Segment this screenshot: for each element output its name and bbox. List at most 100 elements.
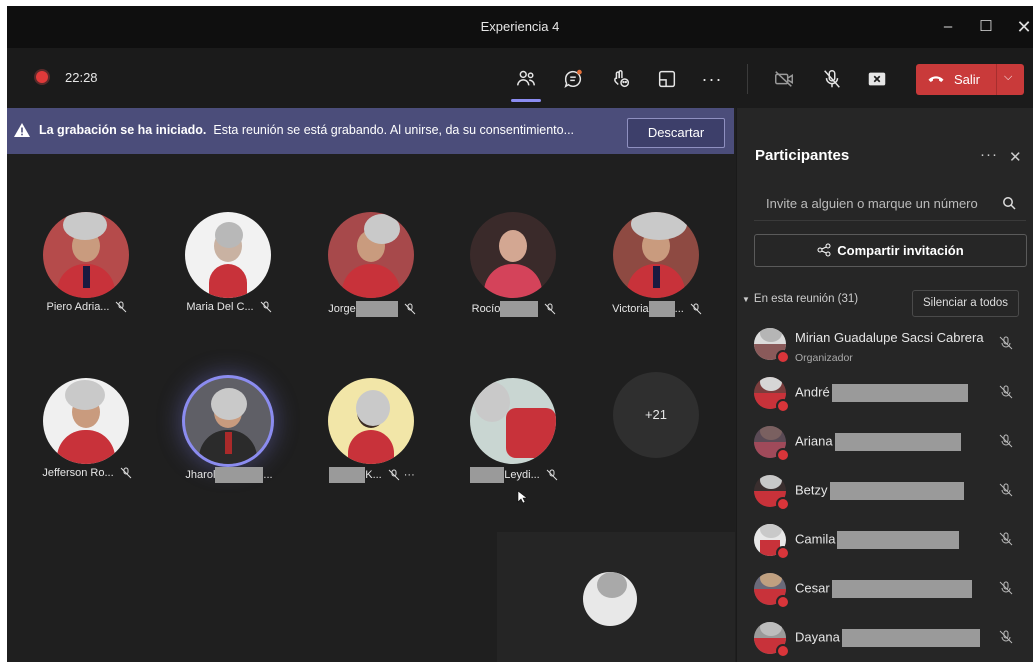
maximize-button[interactable]: ☐ [973, 14, 999, 40]
leave-label: Salir [954, 72, 981, 87]
more-icon[interactable]: ··· [404, 469, 415, 481]
more-options-icon[interactable]: ··· [698, 65, 726, 93]
stop-share-icon[interactable] [863, 65, 891, 93]
tile-name: Leydi... [454, 467, 574, 483]
camera-off-icon[interactable] [770, 65, 798, 93]
panel-close-icon[interactable]: ✕ [1009, 148, 1022, 166]
panel-more-icon[interactable]: ··· [980, 146, 998, 163]
search-icon[interactable] [1002, 196, 1016, 210]
avatar [470, 212, 556, 298]
mic-muted-icon [999, 336, 1013, 350]
window-title: Experiencia 4 [480, 19, 560, 34]
participants-icon[interactable] [512, 65, 540, 93]
avatar [185, 378, 271, 464]
tile-name: Maria Del C... [169, 301, 289, 313]
caret-down-icon: ▼ [742, 295, 750, 304]
mic-muted-icon [999, 385, 1013, 399]
recording-banner: La grabación se ha iniciado. Esta reunió… [7, 108, 734, 154]
mic-muted-icon [999, 581, 1013, 595]
participant-name: Cesar [795, 580, 972, 598]
more-participants-button[interactable]: +21 [613, 372, 699, 458]
tile-name: Piero Adria... [27, 301, 147, 313]
avatar [328, 378, 414, 464]
status-dot [776, 497, 790, 511]
mic-muted-icon [388, 469, 400, 481]
video-stage: Piero Adria... Maria Del C... Jorge Rocí… [7, 154, 735, 662]
participant-row[interactable]: Dayana [737, 616, 1033, 660]
participant-tile[interactable]: K... ··· [312, 372, 432, 502]
mic-muted-icon [116, 301, 127, 313]
status-dot [776, 546, 790, 560]
tile-name: K... ··· [312, 467, 432, 483]
mouse-cursor-icon [517, 490, 527, 504]
leave-divider [996, 64, 997, 95]
participant-tile[interactable]: Leydi... [454, 372, 574, 502]
participant-tile[interactable]: Rocío [454, 206, 574, 336]
reactions-icon[interactable] [607, 65, 635, 93]
participant-row[interactable]: Cesar [737, 567, 1033, 611]
participant-name: Betzy [795, 482, 964, 500]
participant-tile[interactable]: Piero Adria... [27, 206, 147, 336]
status-dot [776, 644, 790, 658]
section-header[interactable]: ▼ En esta reunión (31) [742, 293, 858, 305]
participant-row[interactable]: Mirian Guadalupe Sacsi Cabrera Organizad… [737, 322, 1033, 366]
chat-icon[interactable] [559, 65, 587, 93]
participant-row[interactable]: Ariana [737, 420, 1033, 464]
participant-tile-speaking[interactable]: Jharol... [169, 372, 289, 502]
avatar [328, 212, 414, 298]
participant-tile[interactable]: Maria Del C... [169, 206, 289, 336]
participant-tile[interactable]: Victoria... [597, 206, 717, 336]
share-label: Compartir invitación [837, 243, 964, 258]
self-view[interactable] [497, 532, 735, 662]
title-bar: Experiencia 4 – ☐ ✕ [7, 6, 1033, 48]
warning-icon [14, 123, 30, 137]
rooms-icon[interactable] [653, 65, 681, 93]
panel-title: Participantes [755, 147, 850, 164]
avatar [613, 212, 699, 298]
participant-name: Ariana [795, 433, 961, 451]
mic-muted-icon [404, 303, 416, 315]
invite-search-field[interactable]: Invite a alguien o marque un número [754, 188, 1026, 221]
participant-tile[interactable]: Jorge [312, 206, 432, 336]
participants-panel: Participantes ··· ✕ Invite a alguien o m… [736, 108, 1033, 662]
mute-all-button[interactable]: Silenciar a todos [912, 290, 1019, 317]
recording-icon [36, 71, 48, 83]
share-icon [817, 243, 831, 257]
participant-tile[interactable]: Jefferson Ro... [27, 372, 147, 502]
close-button[interactable]: ✕ [1011, 14, 1033, 40]
participant-name: Camila [795, 531, 960, 549]
banner-message: La grabación se ha iniciado. Esta reunió… [39, 123, 574, 137]
participant-role: Organizador [795, 352, 853, 364]
mic-muted-icon [999, 483, 1013, 497]
participant-name: Dayana [795, 629, 980, 647]
mic-muted-icon [999, 434, 1013, 448]
mic-off-icon[interactable] [818, 65, 846, 93]
mic-muted-icon [120, 467, 132, 479]
avatar [185, 212, 271, 298]
mic-muted-icon [999, 532, 1013, 546]
avatar [43, 378, 129, 464]
status-dot [776, 399, 790, 413]
tile-name: Jefferson Ro... [27, 467, 147, 479]
hang-up-icon [928, 76, 944, 82]
participant-row[interactable]: André [737, 371, 1033, 415]
self-avatar [583, 572, 637, 626]
leave-button[interactable]: Salir ⌵ [916, 64, 1024, 95]
chevron-down-icon[interactable]: ⌵ [1004, 71, 1012, 84]
tile-name: Victoria... [597, 301, 717, 317]
tile-name: Jorge [312, 301, 432, 317]
status-dot [776, 350, 790, 364]
participant-row[interactable]: Betzy [737, 469, 1033, 513]
participant-name: Mirian Guadalupe Sacsi Cabrera [795, 330, 984, 345]
participant-row[interactable]: Camila [737, 518, 1033, 562]
meeting-timer: 22:28 [65, 70, 98, 85]
toolbar-divider [747, 64, 748, 94]
dismiss-button[interactable]: Descartar [627, 118, 725, 148]
meeting-window: Experiencia 4 – ☐ ✕ 22:28 ··· Salir ⌵ La… [7, 6, 1033, 662]
active-tab-indicator [511, 99, 541, 102]
minimize-button[interactable]: – [935, 14, 961, 40]
share-invite-button[interactable]: Compartir invitación [754, 234, 1027, 267]
banner-text: Esta reunión se está grabando. Al unirse… [213, 123, 575, 137]
invite-placeholder: Invite a alguien o marque un número [766, 196, 978, 211]
mic-muted-icon [999, 630, 1013, 644]
